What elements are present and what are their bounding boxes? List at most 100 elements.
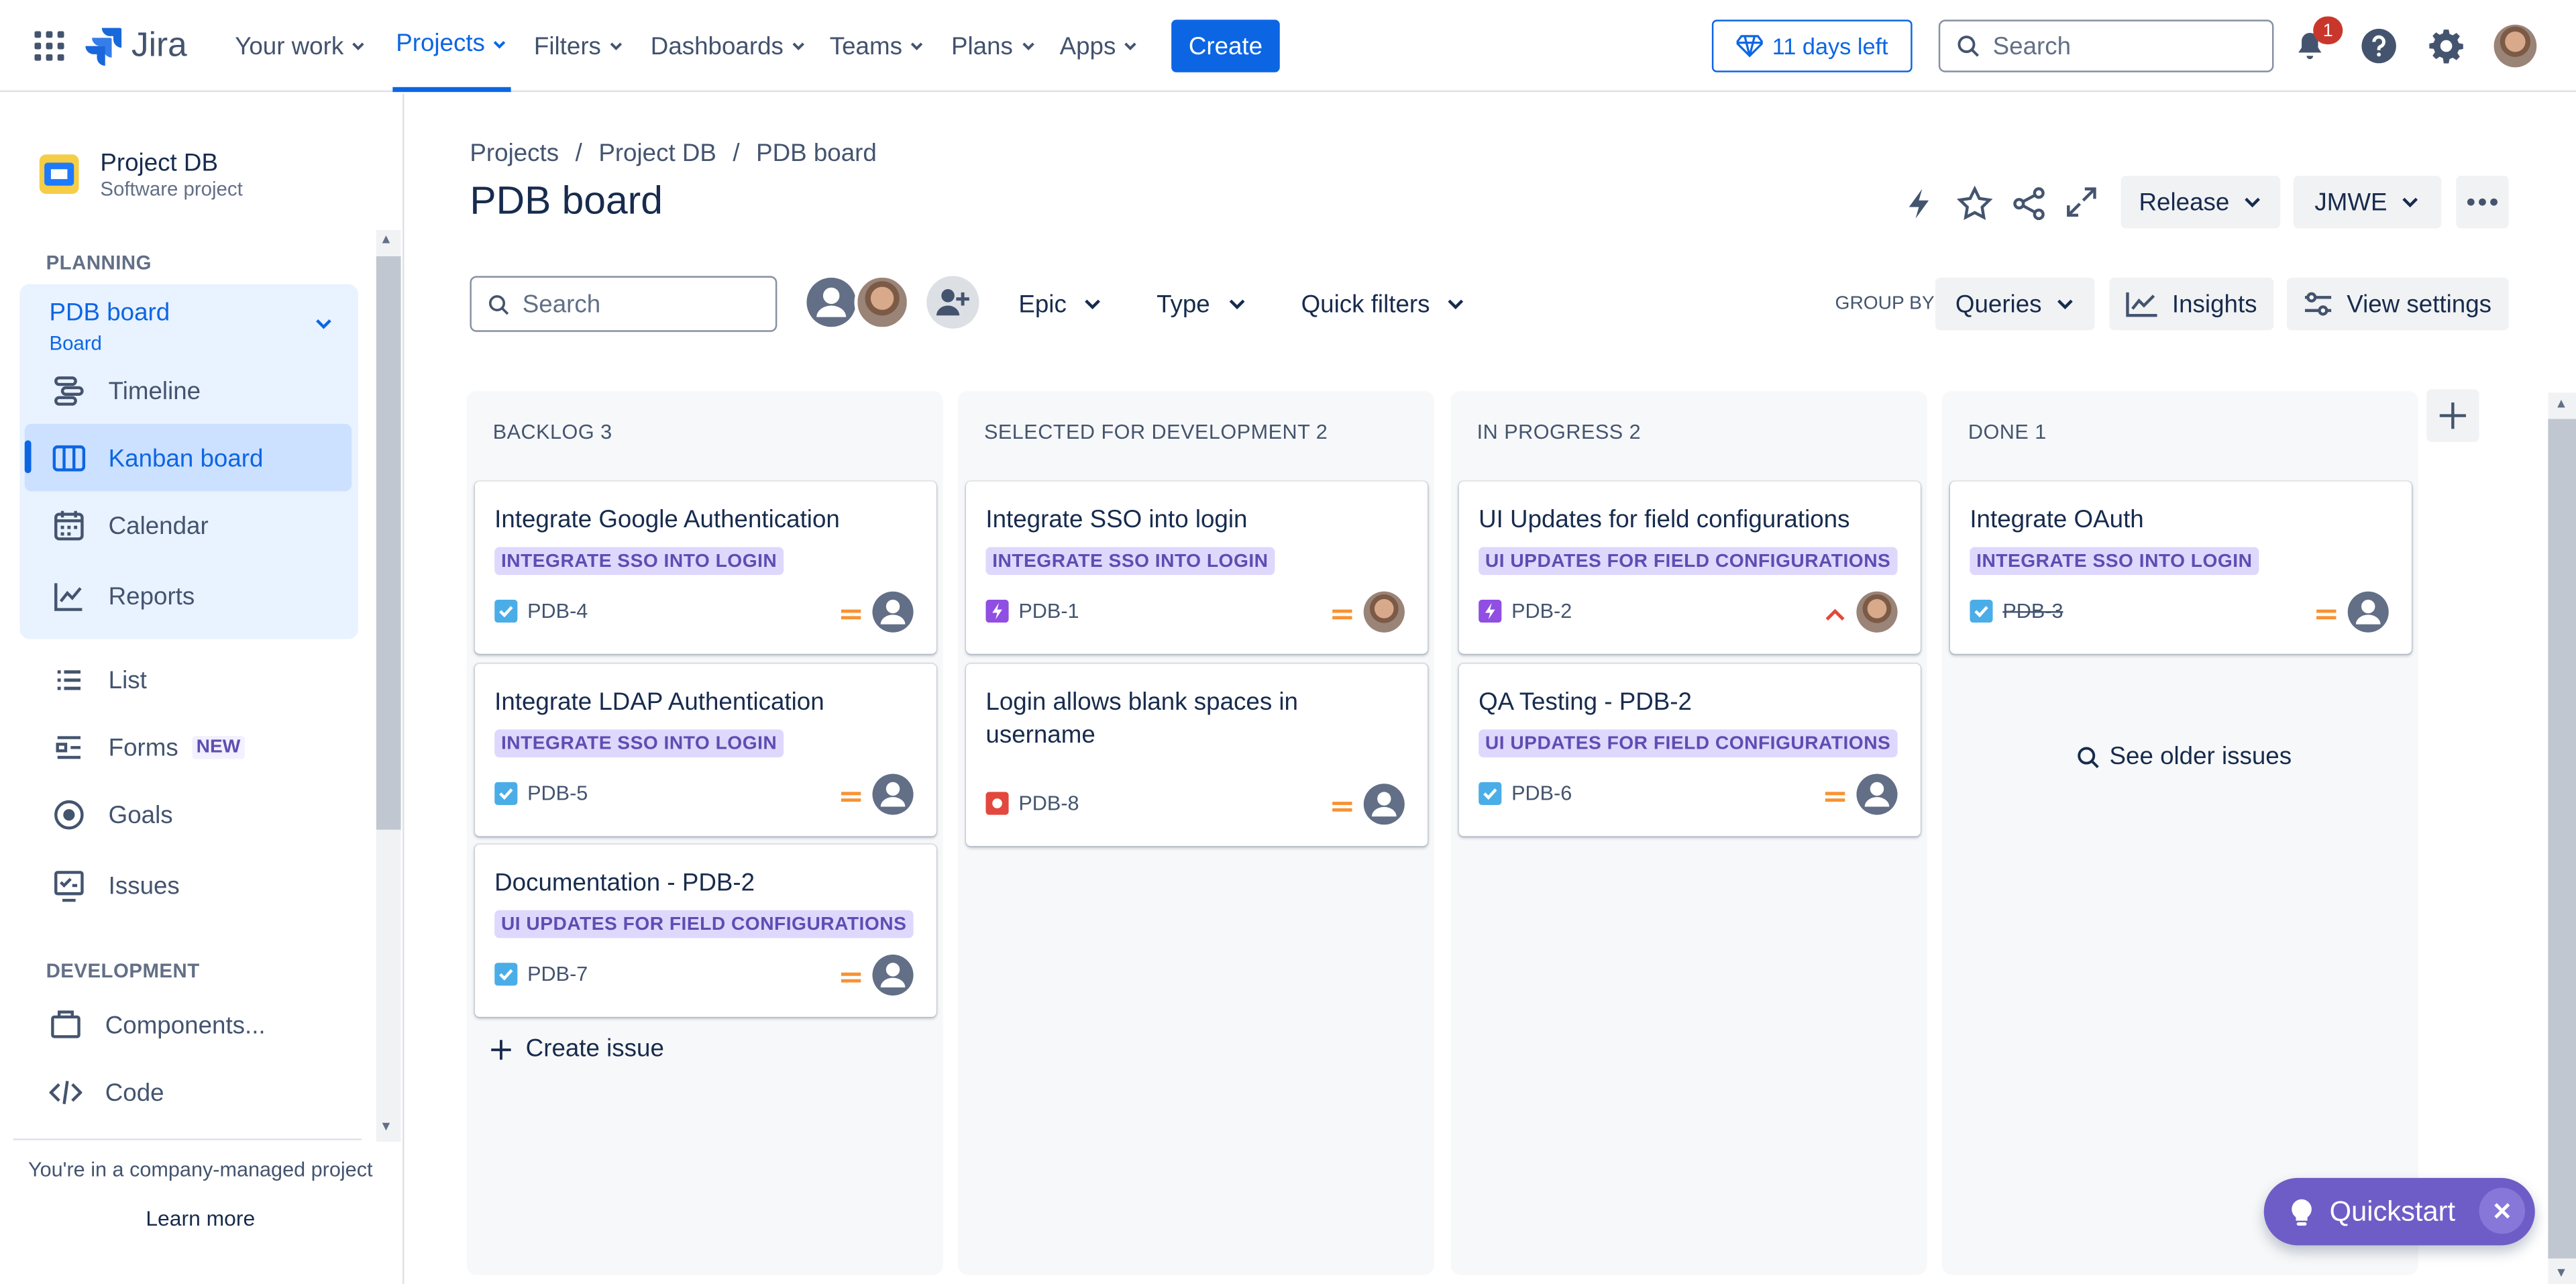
issue-card[interactable]: Integrate Google Authentication INTEGRAT… bbox=[474, 481, 936, 654]
scroll-up-arrow-icon[interactable]: ▲ bbox=[2555, 396, 2567, 411]
scroll-down-arrow-icon[interactable]: ▼ bbox=[380, 1119, 392, 1134]
sidebar-item-label: List bbox=[108, 666, 147, 694]
epic-filter[interactable]: Epic bbox=[1018, 276, 1102, 331]
unassigned-avatar-icon[interactable] bbox=[1856, 773, 1898, 815]
board-selector-name[interactable]: PDB board bbox=[49, 299, 170, 327]
share-button[interactable] bbox=[2011, 186, 2047, 222]
sidebar-item-list[interactable]: List bbox=[52, 663, 147, 696]
issue-card[interactable]: Login allows blank spaces in username PD… bbox=[966, 663, 1428, 847]
release-button[interactable]: Release bbox=[2121, 176, 2281, 229]
breadcrumb-projects[interactable]: Projects bbox=[470, 140, 559, 168]
issue-card[interactable]: Integrate SSO into login INTEGRATE SSO I… bbox=[966, 481, 1428, 654]
unassigned-avatar-icon[interactable] bbox=[872, 954, 914, 996]
sidebar-item-forms[interactable]: Forms NEW bbox=[52, 731, 246, 764]
quickstart-button[interactable]: Quickstart bbox=[2263, 1177, 2535, 1246]
issue-card[interactable]: UI Updates for field configurations UI U… bbox=[1458, 481, 1921, 654]
nav-dashboards[interactable]: Dashboards bbox=[651, 0, 806, 92]
nav-teams-label: Teams bbox=[829, 32, 902, 60]
scroll-up-arrow-icon[interactable]: ▲ bbox=[380, 231, 392, 246]
assignee-avatar[interactable] bbox=[1856, 591, 1898, 633]
sidebar-scrollbar-thumb[interactable] bbox=[376, 256, 401, 830]
issue-card[interactable]: Documentation - PDB-2 UI UPDATES FOR FIE… bbox=[474, 844, 936, 1017]
group-by-select[interactable]: Queries bbox=[1935, 277, 2095, 331]
jira-logo[interactable]: Jira bbox=[85, 26, 187, 66]
top-search-input[interactable]: Search bbox=[1938, 19, 2274, 72]
user-avatar[interactable] bbox=[2493, 24, 2537, 68]
sidebar-item-code[interactable]: Code bbox=[49, 1076, 164, 1109]
nav-your-work[interactable]: Your work bbox=[235, 0, 366, 92]
sidebar-item-label: Timeline bbox=[108, 377, 201, 405]
sidebar-item-components[interactable]: Components... bbox=[49, 1009, 266, 1042]
more-actions-button[interactable] bbox=[2456, 176, 2509, 229]
star-button[interactable] bbox=[1956, 185, 1993, 222]
board-search-input[interactable]: Search bbox=[470, 276, 777, 332]
nav-teams[interactable]: Teams bbox=[830, 0, 926, 92]
settings-sliders-icon bbox=[2306, 292, 2332, 316]
unassigned-avatar-icon[interactable] bbox=[1363, 784, 1405, 825]
breadcrumb-project[interactable]: Project DB bbox=[598, 140, 716, 168]
app-switcher-icon[interactable] bbox=[34, 31, 64, 61]
settings-button[interactable] bbox=[2428, 28, 2465, 64]
breadcrumb-board[interactable]: PDB board bbox=[756, 140, 877, 168]
automation-button[interactable] bbox=[1904, 187, 1933, 220]
issue-key: PDB-6 bbox=[1479, 782, 1572, 806]
board-column-done: DONE 1 Integrate OAuth INTEGRATE SSO INT… bbox=[1941, 390, 2418, 1275]
unassigned-avatar-icon[interactable] bbox=[872, 773, 914, 815]
unassigned-avatar-icon[interactable] bbox=[872, 591, 914, 633]
avatar-unassigned-filter[interactable] bbox=[803, 274, 859, 331]
sidebar: Project DB Software project PLANNING PDB… bbox=[0, 93, 405, 1284]
chevron-down-icon bbox=[1228, 299, 1244, 310]
board-selector-chevron-icon[interactable] bbox=[314, 315, 333, 331]
sidebar-item-goals[interactable]: Goals bbox=[52, 798, 173, 831]
quick-filters[interactable]: Quick filters bbox=[1301, 276, 1466, 331]
nav-plans-label: Plans bbox=[951, 32, 1013, 60]
nav-plans[interactable]: Plans bbox=[951, 0, 1036, 92]
learn-more-link[interactable]: Learn more bbox=[0, 1206, 401, 1231]
project-avatar[interactable] bbox=[39, 154, 79, 194]
nav-projects[interactable]: Projects bbox=[392, 0, 512, 93]
issue-card[interactable]: Integrate OAuth INTEGRATE SSO INTO LOGIN… bbox=[1949, 481, 2412, 654]
jmwe-button[interactable]: JMWE bbox=[2293, 176, 2442, 229]
fullscreen-button[interactable] bbox=[2065, 186, 2098, 219]
create-button[interactable]: Create bbox=[1171, 19, 1280, 72]
see-older-issues-button[interactable]: See older issues bbox=[2077, 743, 2292, 771]
column-header: DONE 1 bbox=[1968, 420, 2047, 444]
sidebar-item-calendar[interactable]: Calendar bbox=[52, 509, 209, 542]
issue-key: PDB-1 bbox=[985, 599, 1079, 623]
add-column-button[interactable] bbox=[2426, 389, 2479, 442]
sidebar-item-kanban-board[interactable]: Kanban board bbox=[52, 442, 263, 475]
avatar-user-filter[interactable] bbox=[854, 274, 910, 331]
board-search-placeholder: Search bbox=[522, 290, 601, 318]
issue-card[interactable]: Integrate LDAP Authentication INTEGRATE … bbox=[474, 663, 936, 837]
view-settings-button[interactable]: View settings bbox=[2287, 277, 2509, 331]
scroll-down-arrow-icon[interactable]: ▼ bbox=[2555, 1265, 2567, 1280]
issue-title: UI Updates for field configurations bbox=[1479, 506, 1850, 534]
sidebar-divider bbox=[13, 1138, 362, 1140]
create-issue-button[interactable]: Create issue bbox=[490, 1035, 664, 1063]
issue-key: PDB-3 bbox=[1970, 599, 2063, 623]
breadcrumb-separator: / bbox=[733, 140, 740, 168]
assignee-avatar[interactable] bbox=[1363, 591, 1405, 633]
nav-apps-label: Apps bbox=[1059, 32, 1116, 60]
epic-lozenge: INTEGRATE SSO INTO LOGIN bbox=[1970, 547, 2259, 576]
sidebar-item-timeline[interactable]: Timeline bbox=[52, 374, 201, 407]
add-people-button[interactable] bbox=[926, 276, 979, 329]
quickstart-close-button[interactable] bbox=[2479, 1187, 2526, 1234]
nav-filters[interactable]: Filters bbox=[534, 0, 624, 92]
board-scrollbar-thumb[interactable] bbox=[2548, 419, 2576, 1259]
unassigned-avatar-icon[interactable] bbox=[2347, 591, 2389, 633]
type-filter[interactable]: Type bbox=[1157, 276, 1246, 331]
development-header: DEVELOPMENT bbox=[46, 959, 200, 983]
chevron-down-icon bbox=[352, 42, 364, 51]
top-search-placeholder: Search bbox=[1992, 32, 2072, 60]
trial-days-button[interactable]: 11 days left bbox=[1711, 19, 1913, 72]
sidebar-item-issues[interactable]: Issues bbox=[52, 869, 180, 902]
insights-button[interactable]: Insights bbox=[2109, 277, 2274, 331]
help-button[interactable] bbox=[2361, 28, 2397, 64]
nav-apps[interactable]: Apps bbox=[1060, 0, 1139, 92]
jira-logo-icon bbox=[85, 28, 122, 66]
project-name[interactable]: Project DB bbox=[100, 150, 218, 178]
view-settings-label: View settings bbox=[2347, 290, 2492, 318]
sidebar-item-reports[interactable]: Reports bbox=[52, 580, 195, 612]
issue-card[interactable]: QA Testing - PDB-2 UI UPDATES FOR FIELD … bbox=[1458, 663, 1921, 837]
